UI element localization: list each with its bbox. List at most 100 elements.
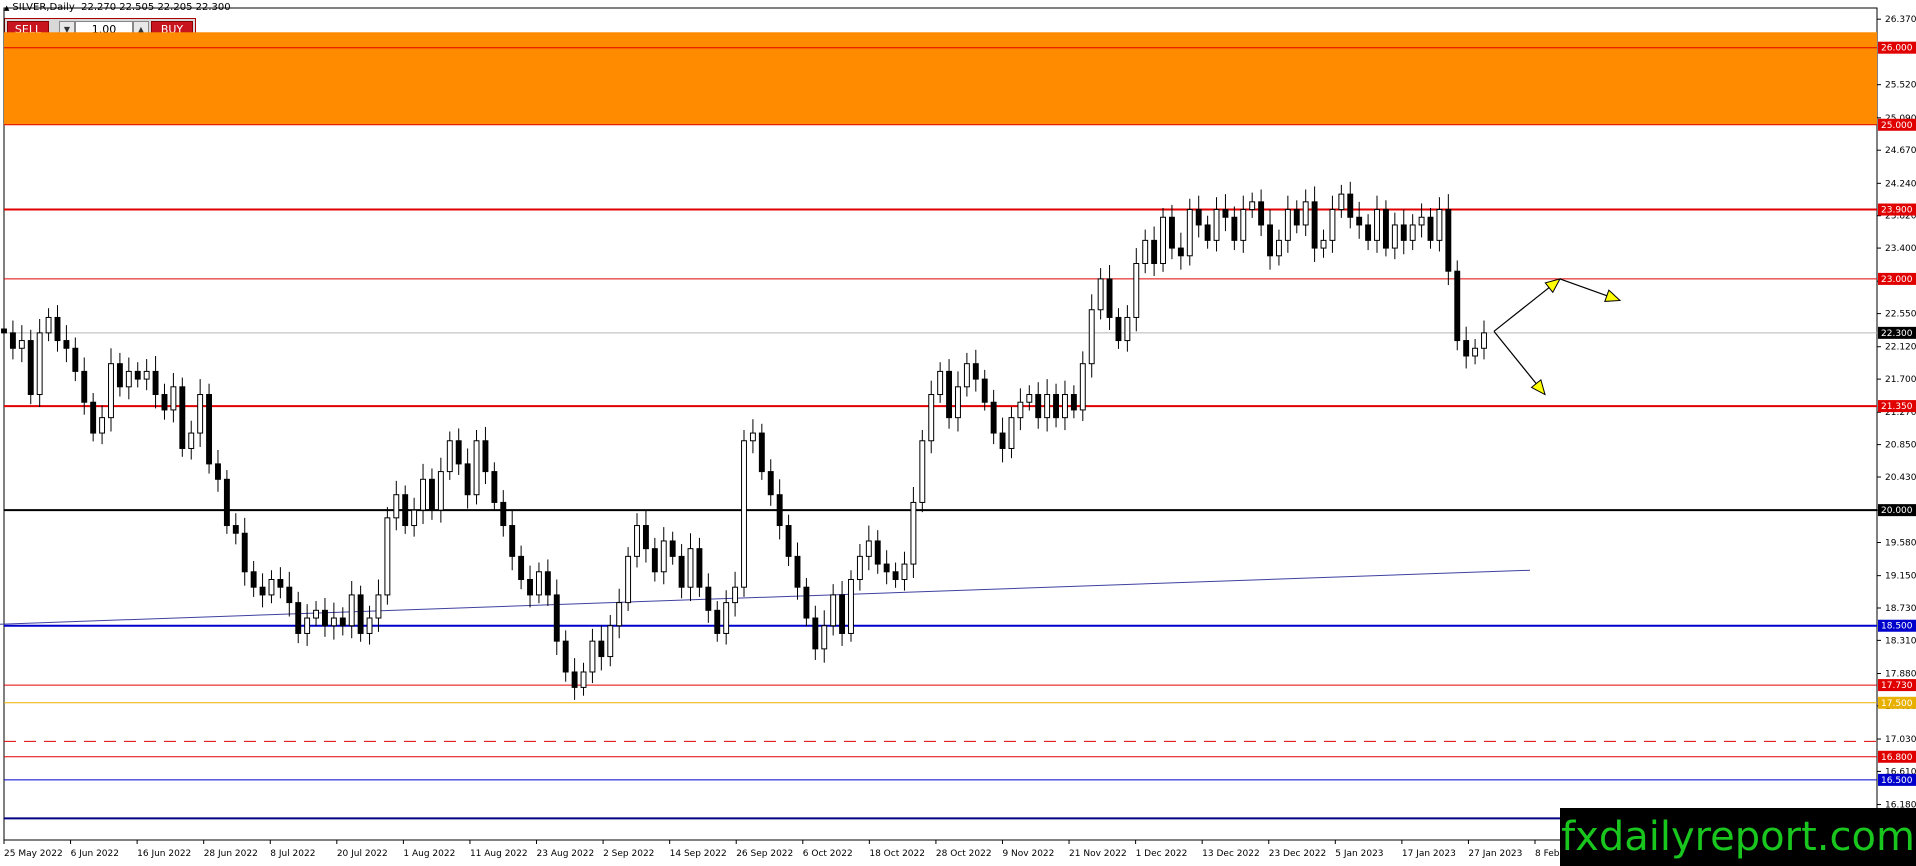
candle-body bbox=[642, 525, 649, 550]
y-tick-label: 20.430 bbox=[1885, 473, 1916, 483]
candle-body bbox=[322, 609, 328, 627]
candle-body bbox=[1481, 332, 1487, 349]
candle-body bbox=[54, 316, 61, 342]
x-tick-label: 26 Sep 2022 bbox=[736, 849, 793, 859]
candle-body bbox=[607, 625, 614, 658]
candle-body bbox=[1267, 224, 1273, 257]
candle-body bbox=[553, 594, 560, 642]
candle-body bbox=[1177, 247, 1184, 257]
candle-body bbox=[1186, 209, 1193, 257]
candle-body bbox=[1258, 201, 1265, 226]
level-label: 23.900 bbox=[1881, 206, 1913, 216]
price-chart[interactable]: 26.37025.52025.09024.67024.24023.82023.4… bbox=[0, 0, 1916, 866]
y-tick-label: 23.400 bbox=[1885, 244, 1916, 254]
candle-body bbox=[776, 494, 783, 527]
candle-body bbox=[313, 609, 319, 619]
x-tick-label: 6 Oct 2022 bbox=[803, 849, 853, 859]
candle-body bbox=[81, 370, 88, 403]
candle-body bbox=[9, 332, 16, 349]
x-tick-label: 28 Oct 2022 bbox=[936, 849, 992, 859]
candle-body bbox=[1249, 201, 1256, 211]
candle-body bbox=[589, 640, 596, 673]
candle-body bbox=[1133, 262, 1140, 318]
y-tick-label: 17.880 bbox=[1885, 670, 1916, 680]
candle-body bbox=[420, 478, 426, 511]
bullish-arrow-head bbox=[1544, 278, 1561, 294]
x-tick-label: 1 Aug 2022 bbox=[403, 849, 455, 859]
trendline bbox=[0, 569, 1531, 625]
candle-body bbox=[785, 525, 792, 557]
candle-body bbox=[1222, 209, 1229, 218]
candle-body bbox=[188, 432, 195, 449]
candle-body bbox=[616, 602, 623, 627]
x-tick-label: 16 Jun 2022 bbox=[137, 849, 191, 859]
candle-body bbox=[634, 525, 640, 557]
candle-body bbox=[821, 625, 828, 650]
candle-body bbox=[723, 602, 730, 634]
candle-body bbox=[535, 571, 542, 596]
candle-body bbox=[108, 363, 114, 419]
candle-body bbox=[1311, 201, 1318, 249]
y-tick-label: 24.240 bbox=[1885, 179, 1916, 189]
candle-body bbox=[1284, 209, 1291, 241]
candle-body bbox=[580, 671, 587, 688]
candle-body bbox=[152, 370, 159, 396]
candle-body bbox=[937, 370, 944, 396]
level-label: 17.500 bbox=[1881, 699, 1913, 709]
candle-body bbox=[295, 602, 302, 634]
candle-body bbox=[1035, 394, 1042, 419]
candle-body bbox=[36, 332, 43, 396]
y-tick-label: 24.670 bbox=[1885, 146, 1916, 156]
candle-body bbox=[1017, 401, 1024, 419]
candle-body bbox=[1472, 347, 1479, 357]
x-tick-label: 6 Jun 2022 bbox=[71, 849, 119, 859]
candle-body bbox=[232, 525, 239, 534]
candle-body bbox=[45, 316, 52, 334]
candle-body bbox=[330, 617, 337, 627]
candle-body bbox=[1418, 216, 1425, 226]
candle-body bbox=[660, 540, 667, 573]
candle-body bbox=[455, 440, 462, 465]
level-label: 23.000 bbox=[1881, 275, 1913, 285]
y-tick-label: 22.120 bbox=[1885, 343, 1916, 353]
candle-body bbox=[767, 471, 774, 496]
x-tick-label: 23 Dec 2022 bbox=[1269, 849, 1327, 859]
y-tick-label: 18.310 bbox=[1885, 636, 1916, 646]
candle-body bbox=[170, 386, 177, 411]
x-tick-label: 2 Sep 2022 bbox=[603, 849, 654, 859]
candle-body bbox=[446, 440, 453, 473]
x-tick-label: 21 Nov 2022 bbox=[1069, 849, 1127, 859]
candle-body bbox=[1391, 224, 1398, 249]
candle-body bbox=[732, 586, 739, 604]
candle-body bbox=[473, 440, 480, 496]
candle-body bbox=[705, 586, 712, 611]
candle-body bbox=[1097, 278, 1104, 311]
candle-body bbox=[72, 347, 79, 372]
candle-body bbox=[990, 401, 997, 434]
candle-body bbox=[651, 548, 658, 573]
x-tick-label: 9 Nov 2022 bbox=[1002, 849, 1054, 859]
candle-body bbox=[250, 571, 257, 588]
candle-body bbox=[63, 340, 70, 349]
candle-body bbox=[571, 671, 578, 688]
candle-body bbox=[1293, 209, 1300, 226]
candle-body bbox=[955, 386, 961, 419]
candle-body bbox=[482, 440, 489, 473]
candle-body bbox=[910, 501, 917, 565]
x-tick-label: 23 Aug 2022 bbox=[537, 849, 595, 859]
level-label: 17.730 bbox=[1881, 681, 1913, 691]
candle-body bbox=[527, 578, 533, 596]
candle-body bbox=[1044, 394, 1051, 419]
candle-body bbox=[1463, 340, 1470, 357]
candle-body bbox=[919, 440, 926, 503]
candle-body bbox=[518, 555, 525, 580]
candle-body bbox=[357, 594, 364, 634]
candle-body bbox=[1151, 239, 1158, 264]
candle-body bbox=[1062, 394, 1068, 419]
candle-body bbox=[963, 363, 970, 388]
level-label: 16.500 bbox=[1881, 776, 1913, 786]
x-tick-label: 11 Aug 2022 bbox=[470, 849, 528, 859]
candle-body bbox=[223, 478, 230, 527]
candle-body bbox=[625, 555, 632, 604]
x-tick-label: 13 Dec 2022 bbox=[1202, 849, 1260, 859]
